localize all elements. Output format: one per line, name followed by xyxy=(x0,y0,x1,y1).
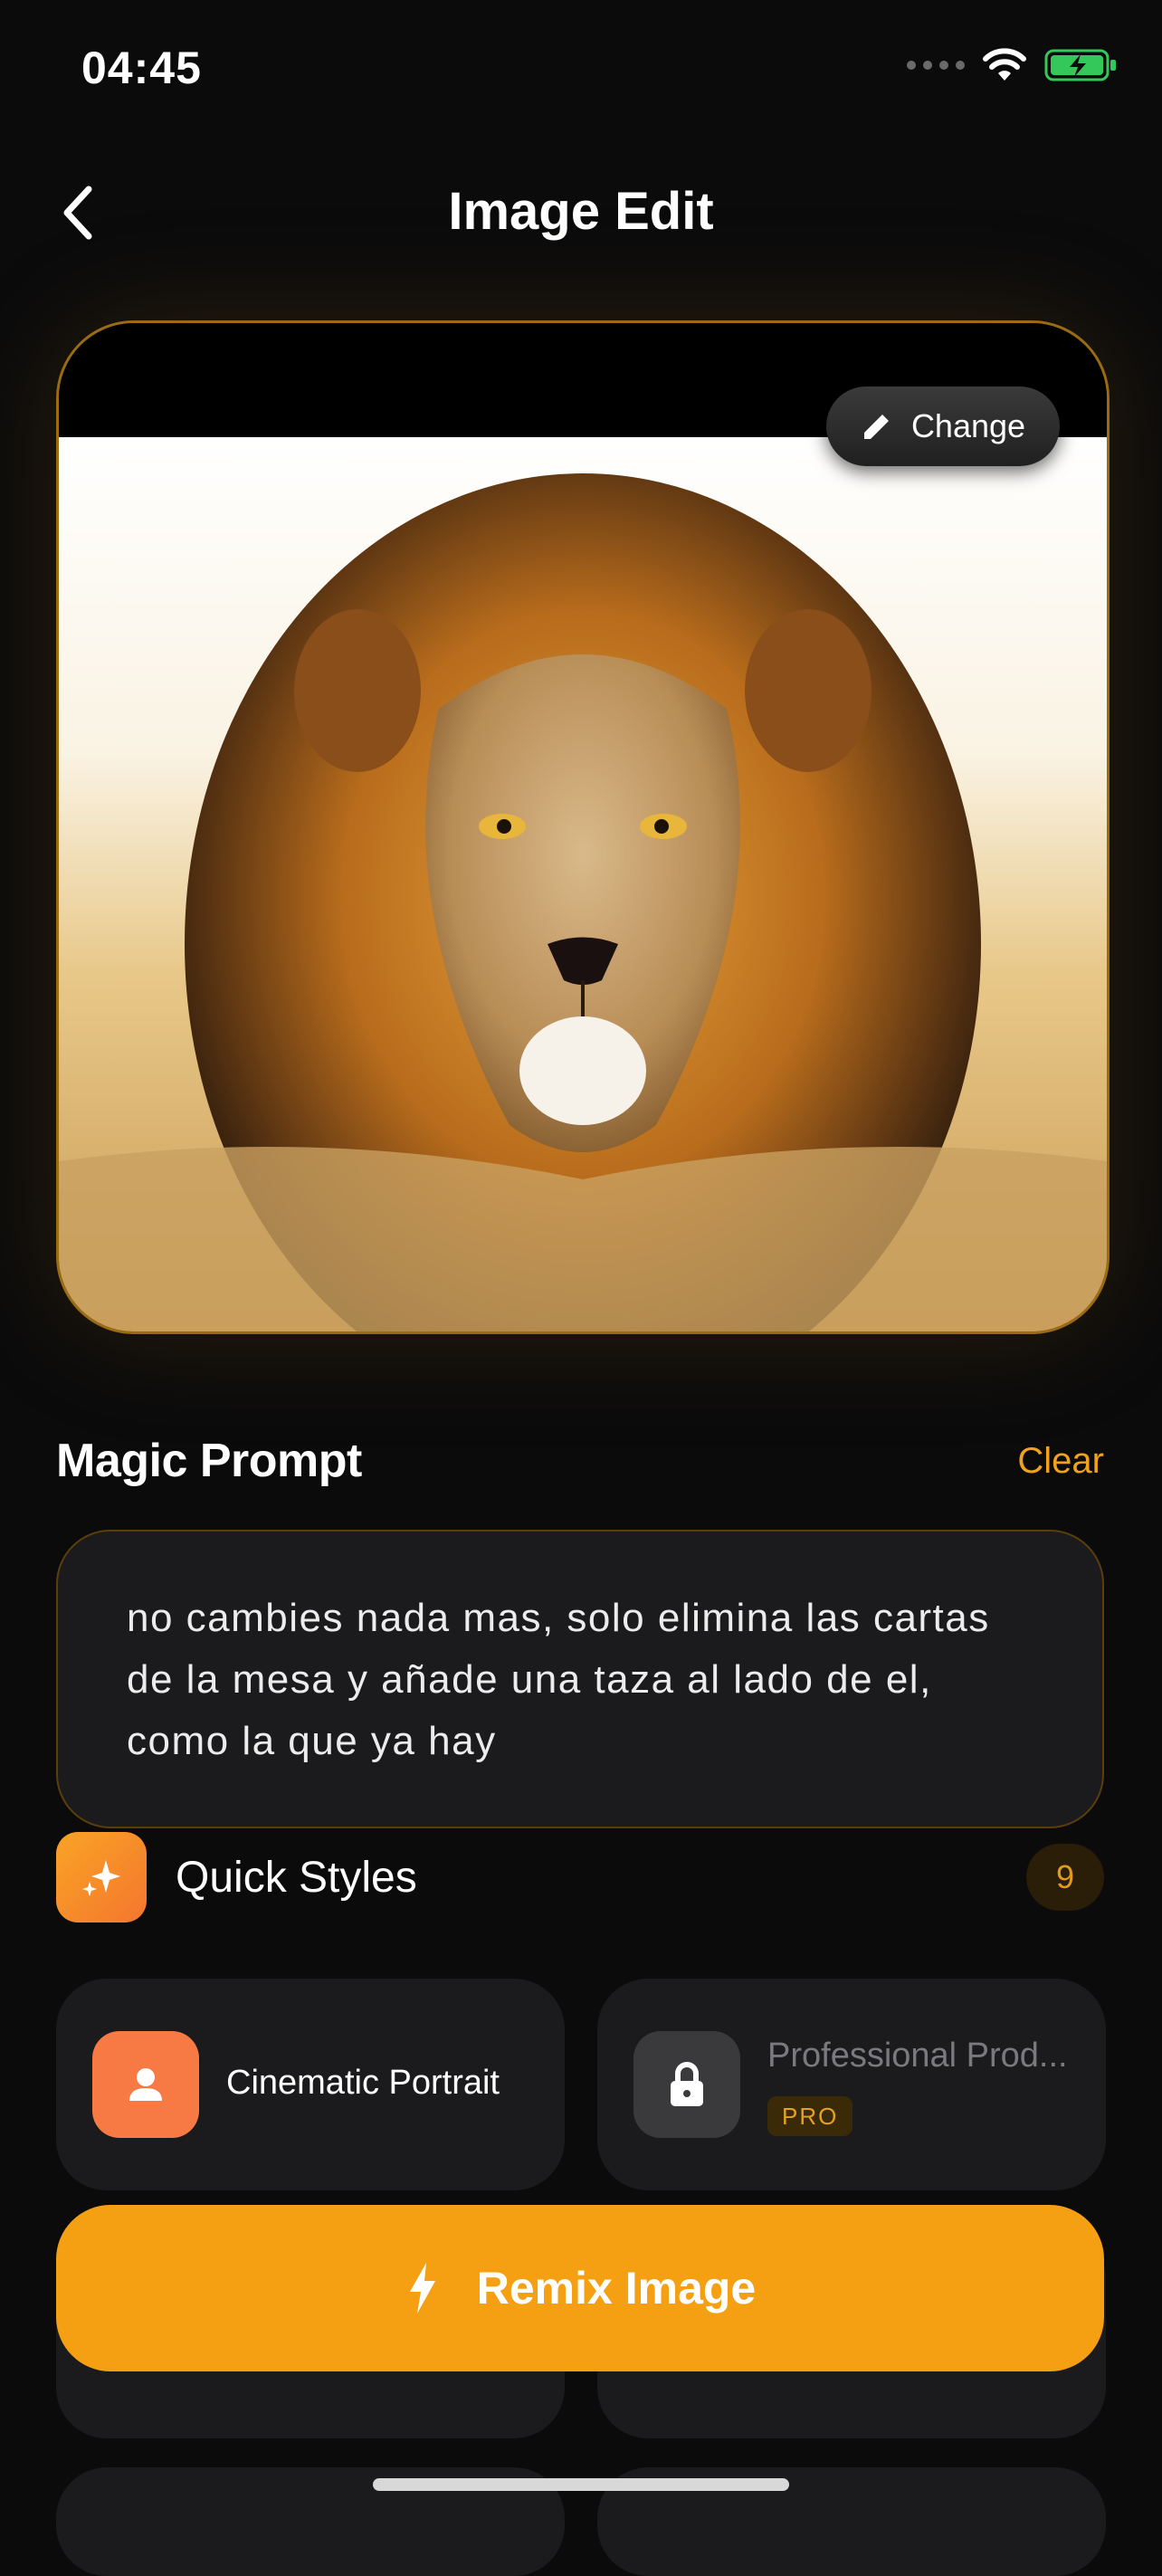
clear-button[interactable]: Clear xyxy=(1017,1441,1104,1482)
page-title: Image Edit xyxy=(448,182,714,241)
image-preview: Change xyxy=(56,320,1110,1334)
remix-image-button[interactable]: Remix Image xyxy=(56,2205,1104,2371)
change-label: Change xyxy=(910,407,1026,444)
nav-bar: Image Edit xyxy=(0,154,1162,272)
magic-prompt-header: Magic Prompt Clear xyxy=(56,1434,1104,1488)
style-card-label: Professional Prod... xyxy=(767,2037,1068,2075)
magic-prompt-title: Magic Prompt xyxy=(56,1435,362,1487)
lock-icon xyxy=(633,2031,740,2138)
signal-dots-icon xyxy=(907,61,965,70)
quick-styles-header: Quick Styles 9 xyxy=(56,1832,1104,1922)
wifi-icon xyxy=(983,48,1026,81)
lightning-icon xyxy=(409,2263,435,2314)
style-card-professional-product[interactable]: Professional Prod... PRO xyxy=(597,1979,1106,2190)
quick-styles-count: 9 xyxy=(1026,1844,1104,1911)
status-bar: 04:45 xyxy=(0,0,1162,136)
sparkles-icon xyxy=(56,1832,147,1922)
home-indicator xyxy=(373,2478,789,2491)
remix-label: Remix Image xyxy=(476,2263,757,2314)
prompt-input[interactable]: no cambies nada mas, solo elimina las ca… xyxy=(56,1530,1104,1828)
person-icon xyxy=(92,2031,199,2138)
style-card-cinematic-portrait[interactable]: Cinematic Portrait xyxy=(56,1979,565,2190)
pencil-icon xyxy=(863,415,889,439)
change-image-button[interactable]: Change xyxy=(826,386,1060,466)
lion-photo xyxy=(59,437,1107,1331)
quick-styles-title: Quick Styles xyxy=(176,1853,417,1902)
battery-charging-icon xyxy=(1044,49,1116,81)
pro-badge: PRO xyxy=(767,2096,853,2136)
status-time: 04:45 xyxy=(81,43,202,93)
style-card-label: Cinematic Portrait xyxy=(226,2064,500,2102)
status-icons xyxy=(907,47,1119,83)
